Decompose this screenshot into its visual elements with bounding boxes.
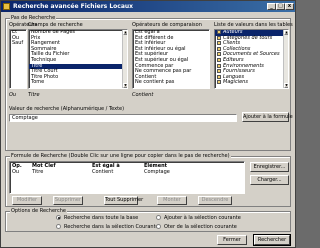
folder-icon <box>217 46 221 51</box>
search-selection-label: Recherche dans la sélection Courante <box>64 224 159 230</box>
table-row-op[interactable]: Ou <box>12 169 19 175</box>
field-item[interactable]: Tome <box>29 80 127 86</box>
folder-icon <box>217 57 221 62</box>
table-row-comparison[interactable]: Contient <box>92 169 113 175</box>
values-list[interactable]: Auteurs Catégories de tours Clients Collect… <box>214 29 289 89</box>
comparison-header: Opérateurs de comparaison <box>132 22 202 28</box>
fields-header: Champs de recherche <box>28 22 83 28</box>
folder-icon <box>217 52 221 57</box>
add-selection-radio[interactable] <box>156 215 161 220</box>
delete-all-button[interactable]: Tout Supprimer <box>104 196 143 205</box>
close-dialog-button[interactable]: Fermer <box>217 235 247 245</box>
remove-selection-label: Oter de la sélection courante <box>164 224 237 230</box>
advanced-search-window: Recherche avancée Fichiers Locaux _ □ x … <box>0 0 296 248</box>
window-title: Recherche avancée Fichiers Locaux <box>13 3 134 10</box>
selected-field: Titre <box>28 92 40 98</box>
fields-list[interactable]: Nombre de Pages Prix Rangement Sommaire Tail… <box>28 29 128 89</box>
operator-item[interactable]: Sauf <box>10 41 26 47</box>
scroll-down-icon[interactable]: ▼ <box>284 83 288 88</box>
folder-icon <box>217 30 221 34</box>
selected-operator: Ou <box>9 92 17 98</box>
remove-selection-radio[interactable] <box>156 224 161 229</box>
add-selection-label: Ajouter à la sélection courante <box>164 215 241 221</box>
comparison-list[interactable]: Est égal à Est différent de Est inférieur E… <box>132 29 210 89</box>
selected-comparison: Contient <box>132 92 154 98</box>
scroll-up-icon[interactable]: ▲ <box>123 30 127 35</box>
close-button[interactable]: x <box>285 3 294 10</box>
value-table-item-label: Magiciens <box>223 79 248 86</box>
search-button[interactable]: Rechercher <box>253 234 291 246</box>
value-table-item[interactable]: Magiciens <box>215 80 288 86</box>
values-scrollbar[interactable]: ▲ ▼ <box>283 30 288 88</box>
title-bar[interactable]: Recherche avancée Fichiers Locaux _ □ x <box>1 1 295 12</box>
table-row-element[interactable]: Comptage <box>144 169 170 175</box>
add-to-formula-button[interactable]: Ajouter à la formule <box>242 112 293 122</box>
folder-icon <box>217 41 221 46</box>
comparison-item[interactable]: Ne contient pas <box>133 80 209 86</box>
search-step-legend: Pas de Recherche <box>10 15 57 21</box>
formula-legend: Formule de Recherche (Double Clic sur un… <box>10 153 231 159</box>
search-step-group: Pas de Recherche Opérateurs Champs de re… <box>5 15 293 151</box>
delete-button[interactable]: Supprimer <box>53 196 83 205</box>
move-down-button[interactable]: Descendre <box>198 196 232 205</box>
scroll-up-icon[interactable]: ▲ <box>284 30 288 35</box>
value-label: Valeur de recherche (Alphanumérique / Te… <box>9 106 125 112</box>
options-legend: Options de Recherche <box>10 208 67 214</box>
operators-list[interactable]: Et Ou Sauf <box>9 29 27 89</box>
load-formula-button[interactable]: Charger... <box>250 175 289 185</box>
app-icon <box>3 3 10 10</box>
scroll-down-icon[interactable]: ▼ <box>123 83 127 88</box>
maximize-button[interactable]: □ <box>276 3 285 10</box>
minimize-button[interactable]: _ <box>267 3 276 10</box>
folder-icon <box>217 80 221 85</box>
search-all-label: Recherche dans toute la base <box>64 215 139 221</box>
options-group: Options de Recherche Recherche dans tout… <box>5 208 291 232</box>
formula-group: Formule de Recherche (Double Clic sur un… <box>5 153 291 207</box>
folder-icon <box>217 74 221 79</box>
search-all-radio[interactable] <box>56 215 61 220</box>
table-row-keyword[interactable]: Titre <box>32 169 43 175</box>
values-header: Liste de valeurs dans les tables <box>214 22 293 28</box>
search-selection-radio[interactable] <box>56 224 61 229</box>
search-value-input[interactable]: Comptage <box>9 114 237 122</box>
folder-icon <box>217 35 221 40</box>
folder-icon <box>217 63 221 68</box>
fields-scrollbar[interactable]: ▲ ▼ <box>122 30 127 88</box>
folder-icon <box>217 69 221 74</box>
formula-table[interactable]: Op. Mot Clef Est égal à Elément Ou Titre… <box>9 161 245 194</box>
modify-button[interactable]: Modifier <box>12 196 42 205</box>
move-up-button[interactable]: Monter <box>157 196 187 205</box>
save-formula-button[interactable]: Enregistrer... <box>250 162 289 172</box>
